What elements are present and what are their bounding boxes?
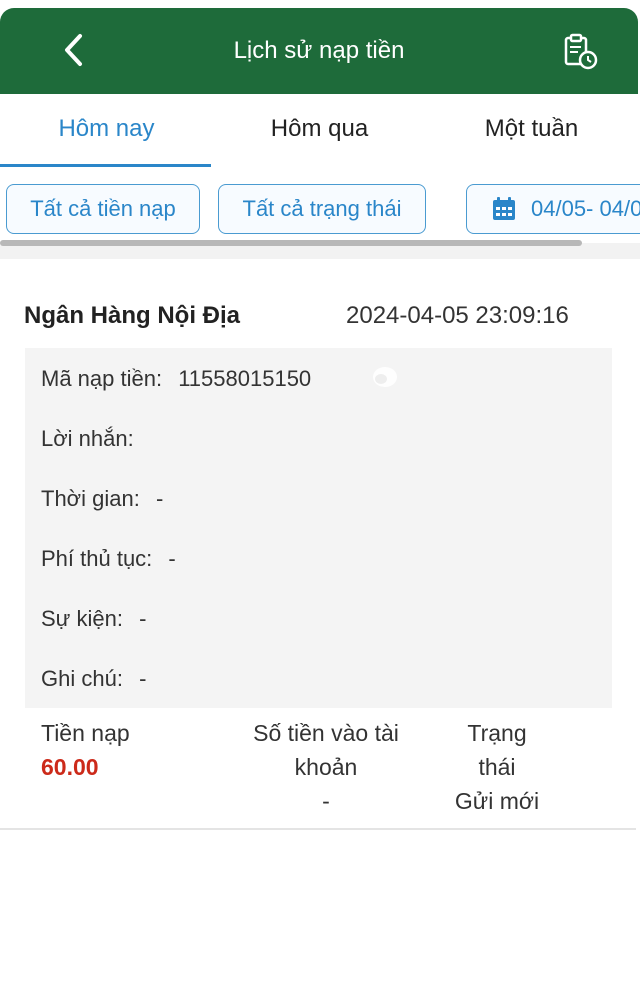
event-row: Sự kiện: - bbox=[41, 606, 146, 632]
status-summary: Trạng thái Gửi mới bbox=[432, 716, 562, 818]
page-title: Lịch sử nạp tiền bbox=[233, 37, 405, 64]
status-label-line1: Trạng bbox=[467, 720, 527, 746]
bank-name: Ngân Hàng Nội Địa bbox=[24, 302, 241, 329]
time-label: Thời gian: bbox=[41, 486, 140, 511]
fee-value: - bbox=[168, 546, 176, 571]
filter-bar: Tất cả tiền nạp Tất cả trạng thái 04/05-… bbox=[0, 176, 640, 238]
date-range-filter[interactable]: 04/05- 04/05 bbox=[466, 184, 640, 234]
date-tabs: Hôm nay Hôm qua Một tuần bbox=[0, 94, 640, 168]
tab-today[interactable]: Hôm nay bbox=[0, 94, 213, 164]
records-button[interactable] bbox=[556, 28, 604, 76]
status-value: Gửi mới bbox=[454, 788, 540, 814]
deposit-code-label: Mã nạp tiền: bbox=[41, 366, 163, 391]
fee-row: Phí thủ tục: - bbox=[41, 546, 176, 572]
record-details: Mã nạp tiền: 11558015150 Lời nhắn: Thời … bbox=[25, 348, 612, 708]
event-label: Sự kiện: bbox=[41, 606, 123, 631]
app-header: Lịch sử nạp tiền bbox=[0, 8, 638, 94]
fee-label: Phí thủ tục: bbox=[41, 546, 153, 571]
deposit-record-card[interactable]: Ngân Hàng Nội Địa 2024-04-05 23:09:16 Mã… bbox=[0, 260, 636, 830]
credited-summary: Số tiền vào tài khoản - bbox=[240, 716, 412, 818]
status-filter[interactable]: Tất cả trạng thái bbox=[218, 184, 426, 234]
credited-label-line1: Số tiền vào tài bbox=[253, 720, 399, 746]
message-row: Lời nhắn: bbox=[41, 426, 144, 452]
amount-label: Tiền nạp bbox=[41, 720, 130, 746]
tab-one-week[interactable]: Một tuần bbox=[425, 94, 638, 164]
transaction-time: 2024-04-05 23:09:16 bbox=[346, 302, 569, 329]
note-value: - bbox=[139, 666, 147, 691]
message-label: Lời nhắn: bbox=[41, 426, 134, 451]
credited-value: - bbox=[322, 788, 330, 814]
amount-summary: Tiền nạp 60.00 bbox=[41, 716, 130, 784]
copy-icon[interactable] bbox=[369, 364, 401, 390]
note-label: Ghi chú: bbox=[41, 666, 123, 691]
event-value: - bbox=[139, 606, 147, 631]
date-range-label: 04/05- 04/05 bbox=[531, 196, 640, 221]
active-tab-indicator bbox=[0, 164, 211, 167]
note-row: Ghi chú: - bbox=[41, 666, 146, 692]
time-value: - bbox=[155, 486, 164, 511]
status-label-line2: thái bbox=[478, 754, 516, 780]
deposit-code-value: 11558015150 bbox=[178, 366, 312, 391]
deposit-code-row: Mã nạp tiền: 11558015150 bbox=[41, 366, 311, 392]
time-row: Thời gian: - bbox=[41, 486, 163, 512]
filter-scrollbar[interactable] bbox=[0, 240, 582, 246]
deposit-type-filter[interactable]: Tất cả tiền nạp bbox=[6, 184, 200, 234]
calendar-icon bbox=[491, 196, 517, 222]
tab-yesterday[interactable]: Hôm qua bbox=[213, 94, 426, 164]
amount-value: 60.00 bbox=[41, 754, 99, 780]
clipboard-clock-icon bbox=[564, 33, 598, 70]
credited-label-line2: khoản bbox=[294, 754, 358, 780]
